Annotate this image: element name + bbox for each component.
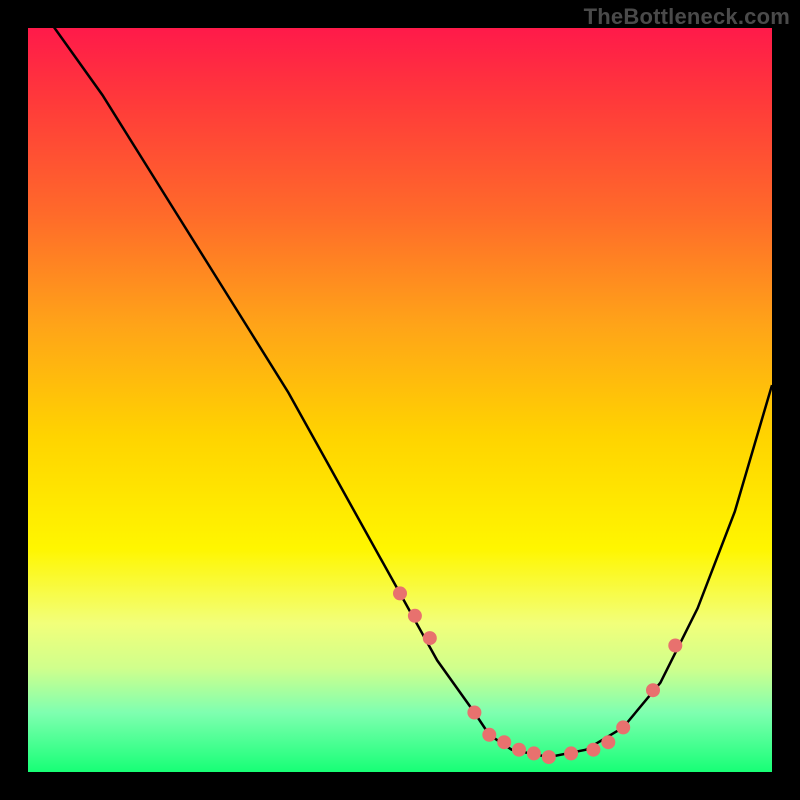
data-point [423, 631, 437, 645]
data-point [616, 720, 630, 734]
data-points-group [393, 586, 682, 764]
chart-frame: TheBottleneck.com [0, 0, 800, 800]
data-point [601, 735, 615, 749]
data-point [542, 750, 556, 764]
data-point [467, 706, 481, 720]
data-point [564, 746, 578, 760]
bottleneck-curve [28, 28, 772, 757]
plot-area [28, 28, 772, 772]
data-point [393, 586, 407, 600]
bottleneck-curve-svg [28, 28, 772, 772]
data-point [646, 683, 660, 697]
watermark-text: TheBottleneck.com [584, 4, 790, 30]
data-point [668, 639, 682, 653]
data-point [512, 743, 526, 757]
data-point [408, 609, 422, 623]
data-point [586, 743, 600, 757]
data-point [497, 735, 511, 749]
data-point [527, 746, 541, 760]
data-point [482, 728, 496, 742]
